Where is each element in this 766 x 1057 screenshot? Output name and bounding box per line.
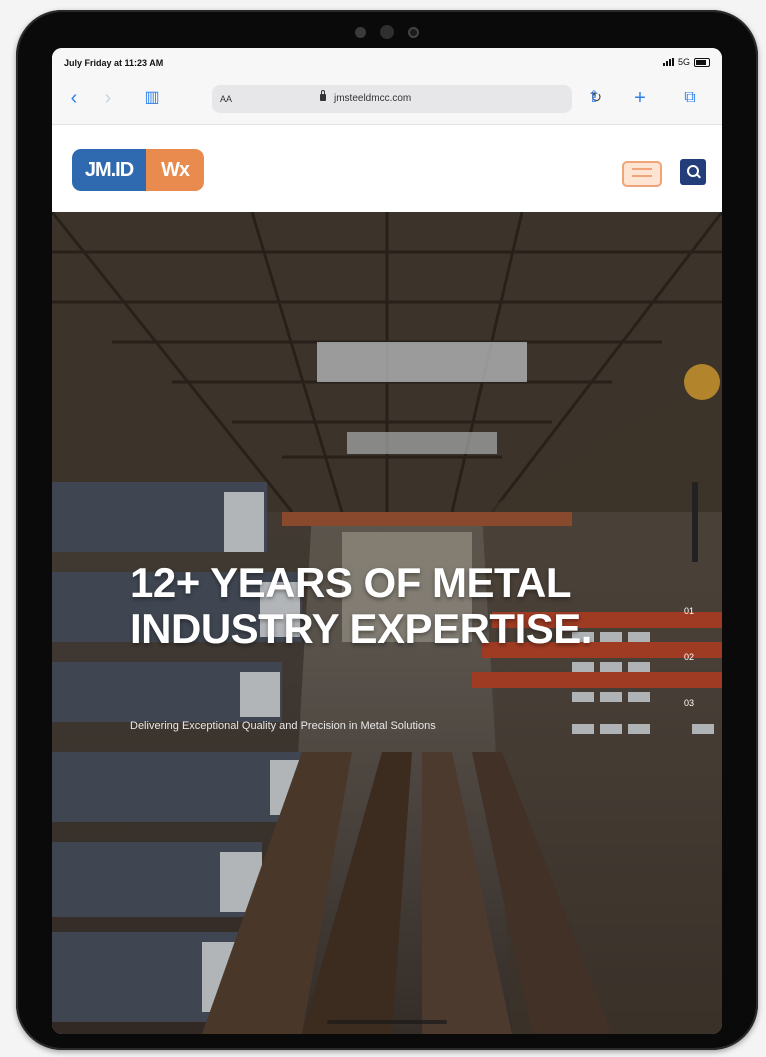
slider-pagination: 01 02 03 — [684, 606, 694, 744]
forward-icon[interactable]: › — [96, 86, 120, 110]
camera-lens — [408, 26, 419, 38]
new-tab-icon[interactable]: + — [628, 86, 652, 110]
browser-toolbar: ‹ › ▥ AA jmsteeldmcc.com ↻ ⇪ + ⧉ — [52, 76, 722, 125]
menu-button[interactable] — [622, 161, 662, 187]
tablet-device: July Friday at 11:23 AM 5G ‹ › ▥ AA jmst… — [16, 10, 758, 1050]
site-header: JM.ID Wx — [52, 125, 722, 211]
sensor-dot — [355, 26, 366, 38]
url-text[interactable]: jmsteeldmcc.com — [334, 93, 411, 104]
address-bar[interactable]: AA jmsteeldmcc.com ↻ — [212, 85, 602, 113]
search-button[interactable] — [680, 159, 706, 185]
text-size-button[interactable]: AA — [220, 94, 232, 104]
signal-icon — [662, 58, 674, 66]
lock-icon — [320, 90, 326, 101]
slide-number[interactable]: 03 — [684, 698, 694, 744]
slide-number[interactable]: 02 — [684, 652, 694, 698]
bookmarks-icon[interactable]: ▥ — [140, 86, 164, 110]
logo-right-text: Wx — [146, 149, 204, 191]
share-icon[interactable]: ⇪ — [582, 86, 606, 110]
battery-icon — [694, 57, 710, 67]
site-logo[interactable]: JM.ID Wx — [72, 149, 204, 191]
tabs-icon[interactable]: ⧉ — [678, 86, 702, 110]
hero-section: 12+ YEARS OF METAL INDUSTRY EXPERTISE. D… — [52, 212, 722, 1034]
status-time: July Friday at 11:23 AM — [64, 58, 164, 68]
logo-left-text: JM.ID — [72, 149, 146, 191]
back-icon[interactable]: ‹ — [62, 86, 86, 110]
slide-number[interactable]: 01 — [684, 606, 694, 652]
hero-subtitle: Delivering Exceptional Quality and Preci… — [130, 720, 436, 732]
screen: July Friday at 11:23 AM 5G ‹ › ▥ AA jmst… — [52, 48, 722, 1034]
camera-dot — [380, 25, 394, 39]
menu-icon — [632, 168, 652, 170]
home-indicator[interactable] — [327, 1020, 447, 1024]
camera-bar — [16, 22, 758, 42]
status-right: 5G — [662, 57, 710, 67]
status-bar: July Friday at 11:23 AM 5G — [52, 48, 722, 76]
network-label: 5G — [677, 57, 690, 67]
hero-title: 12+ YEARS OF METAL INDUSTRY EXPERTISE. — [130, 559, 592, 652]
